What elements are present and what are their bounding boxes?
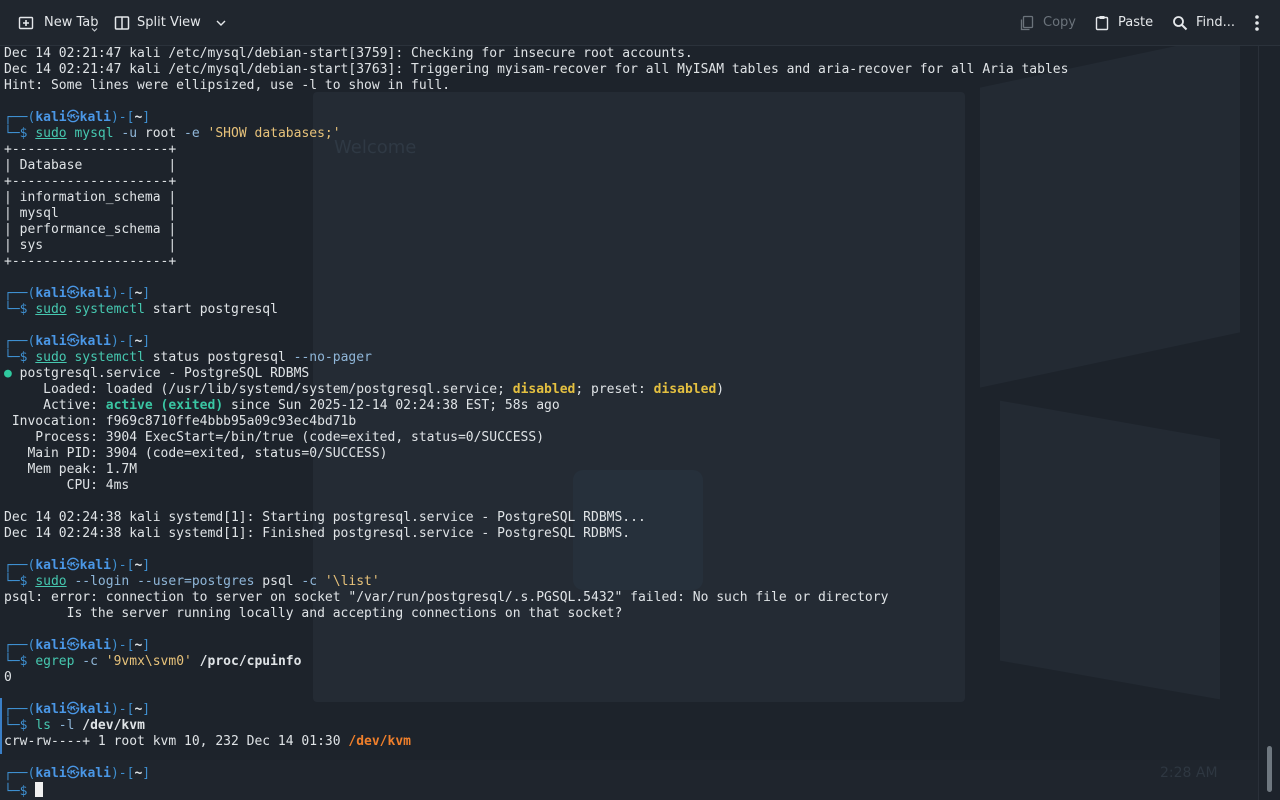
error-line: psql: error: connection to server on soc…	[4, 590, 889, 605]
prompt-line: ┌──(kali㉿kali)-[~]	[4, 286, 151, 301]
output-line: Dec 14 02:21:47 kali /etc/mysql/debian-s…	[4, 62, 1069, 77]
prompt-line: ┌──(kali㉿kali)-[~]	[4, 766, 151, 781]
split-view-icon	[114, 15, 130, 30]
status-loaded-line: Loaded: loaded (/usr/lib/systemd/system/…	[4, 382, 725, 397]
table-line: +--------------------+	[4, 142, 177, 157]
copy-icon	[1020, 15, 1034, 30]
command-line: └─$ ls -l /dev/kvm	[4, 718, 145, 733]
new-tab-icon	[18, 16, 34, 29]
paste-label: Paste	[1118, 15, 1154, 30]
table-line: +--------------------+	[4, 174, 177, 189]
table-line: | mysql |	[4, 206, 177, 221]
prompt-line: ┌──(kali㉿kali)-[~]	[4, 110, 151, 125]
output-line: Dec 14 02:24:38 kali systemd[1]: Finishe…	[4, 526, 631, 541]
prompt-line: ┌──(kali㉿kali)-[~]	[4, 638, 151, 653]
new-tab-button[interactable]: New Tab	[18, 0, 99, 45]
command-input-line[interactable]: └─$	[4, 782, 44, 799]
status-service-line: ● postgresql.service - PostgreSQL RDBMS	[4, 366, 310, 381]
output-line: Hint: Some lines were ellipsized, use -l…	[4, 78, 451, 93]
table-line: +--------------------+	[4, 254, 177, 269]
kebab-menu-icon	[1255, 14, 1259, 31]
split-view-label: Split View	[137, 15, 201, 30]
chevron-down-icon	[216, 20, 226, 26]
prompt-line: ┌──(kali㉿kali)-[~]	[4, 558, 151, 573]
terminal-output[interactable]: Dec 14 02:21:47 kali /etc/mysql/debian-s…	[0, 46, 1258, 800]
find-label: Find...	[1196, 15, 1236, 30]
split-view-button[interactable]: Split View	[114, 0, 227, 45]
status-line: Invocation: f969c8710ffe4bbb95a09c93ec4b…	[4, 414, 357, 429]
table-line: | sys |	[4, 238, 177, 253]
status-active-line: Active: active (exited) since Sun 2025-1…	[4, 398, 560, 413]
terminal-toolbar: New Tab Split View Copy Paste Find...	[0, 0, 1280, 46]
paste-button[interactable]: Paste	[1094, 0, 1153, 45]
prompt-line: ┌──(kali㉿kali)-[~]	[4, 334, 151, 349]
output-line: crw-rw----+ 1 root kvm 10, 232 Dec 14 01…	[4, 734, 411, 749]
scrollbar-thumb[interactable]	[1267, 746, 1272, 792]
table-line: | Database |	[4, 158, 177, 173]
status-line: Mem peak: 1.7M	[4, 462, 138, 477]
new-tab-dropdown-icon[interactable]	[91, 27, 98, 33]
output-line: 0	[4, 670, 12, 685]
status-dot-icon: ●	[4, 366, 12, 381]
status-line: Process: 3904 ExecStart=/bin/true (code=…	[4, 430, 545, 445]
prompt-line: ┌──(kali㉿kali)-[~]	[4, 702, 151, 717]
table-line: | information_schema |	[4, 190, 177, 205]
scrollbar-track[interactable]	[1258, 46, 1280, 800]
command-line: └─$ egrep -c '9vmx\svm0' /proc/cpuinfo	[4, 654, 302, 669]
paste-icon	[1095, 15, 1109, 30]
status-line: Main PID: 3904 (code=exited, status=0/SU…	[4, 446, 388, 461]
table-line: | performance_schema |	[4, 222, 177, 237]
command-line: └─$ sudo mysql -u root -e 'SHOW database…	[4, 126, 341, 141]
copy-label: Copy	[1043, 15, 1076, 30]
error-line: Is the server running locally and accept…	[4, 606, 623, 621]
command-line: └─$ sudo systemctl start postgresql	[4, 302, 278, 317]
find-button[interactable]: Find...	[1172, 0, 1235, 45]
text-cursor	[35, 782, 44, 797]
output-line: Dec 14 02:21:47 kali /etc/mysql/debian-s…	[4, 46, 693, 61]
command-line: └─$ sudo --login --user=postgres psql -c…	[4, 574, 380, 589]
menu-button[interactable]	[1250, 0, 1264, 45]
copy-button[interactable]: Copy	[1019, 0, 1076, 45]
output-line: Dec 14 02:24:38 kali systemd[1]: Startin…	[4, 510, 646, 525]
status-line: CPU: 4ms	[4, 478, 130, 493]
search-icon	[1173, 15, 1188, 30]
active-line-marker	[0, 698, 2, 754]
command-line: └─$ sudo systemctl status postgresql --n…	[4, 350, 372, 365]
